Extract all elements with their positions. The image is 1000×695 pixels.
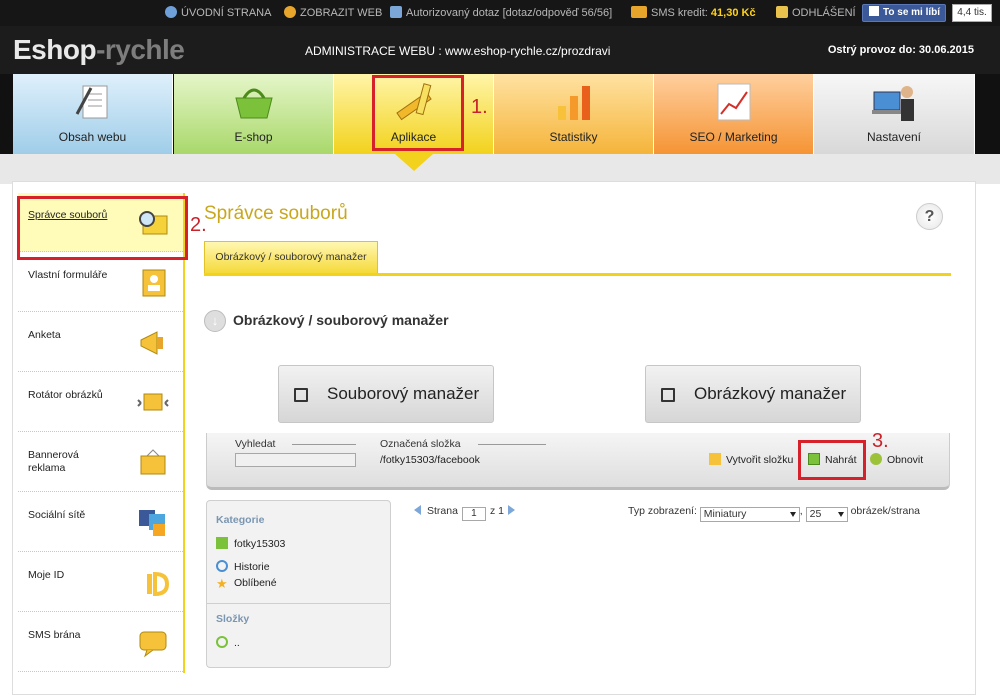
sms-icon [631,6,647,18]
category-history[interactable]: Historie [216,560,270,573]
folder-icon [216,537,228,549]
sidebar-item-vlastni-formulare[interactable]: Vlastní formuláře [18,253,183,312]
tab-eshop[interactable]: E-shop [174,74,334,154]
create-folder-button[interactable]: Vytvořit složku [709,453,793,466]
facebook-icon [869,6,879,16]
line-chart-icon [717,83,750,121]
address-book-icon [142,269,166,297]
clock-icon [216,560,228,572]
folder-label: Označená složka [380,438,461,450]
prev-page-icon[interactable] [414,505,421,515]
star-icon: ★ [216,576,228,591]
folder-label-line [478,444,546,445]
folders-heading: Složky [216,613,250,625]
header: Eshop-rychle ADMINISTRACE WEBU : www.esh… [0,26,1000,74]
query-link[interactable]: Autorizovaný dotaz [dotaz/odpověď 56/56] [390,0,612,26]
annotation-box-1 [372,75,464,151]
social-networks-icon [139,510,165,536]
annotation-box-3 [798,440,866,480]
mojeid-icon [147,571,169,597]
new-folder-icon [709,453,721,465]
sidebar: Správce souborů Vlastní formuláře Anketa… [18,193,185,673]
folder-up[interactable]: .. [216,636,240,649]
search-label: Vyhledat [235,438,276,450]
chat-icon [390,6,402,18]
files-icon [294,388,308,402]
tab-obsah-webu[interactable]: Obsah webu [13,74,173,154]
refresh-icon [870,453,882,465]
admin-title: ADMINISTRACE WEBU : www.eshop-rychle.cz/… [305,44,611,58]
documents-icon [75,85,107,119]
search-label-line [292,444,356,445]
sale-banner-icon [140,449,166,475]
folder-up-icon [216,636,228,648]
annotation-number-2: 2. [190,214,207,236]
sidebar-item-moje-id[interactable]: Moje ID [18,553,183,612]
category-item[interactable]: fotky15303 [216,537,285,550]
file-manager-button[interactable]: Souborový manažer [278,365,494,423]
sidebar-item-socialni-site[interactable]: Sociální sítě [18,493,183,552]
images-icon [661,388,675,402]
sun-icon [284,6,296,18]
megaphone-icon [140,331,163,355]
next-page-icon[interactable] [507,505,515,515]
folder-path: /fotky15303/facebook [380,454,480,466]
tab-statistiky[interactable]: Statistiky [494,74,654,154]
image-rotator-icon [137,393,169,411]
help-icon[interactable]: ? [916,203,943,230]
home-link[interactable]: ÚVODNÍ STRANA [165,0,271,26]
annotation-number-3: 3. [872,430,889,452]
sms-bubble-icon [139,631,167,658]
logout-link[interactable]: ODHLÁŠENÍ [776,0,856,26]
chevron-down-icon [789,512,796,517]
categories-separator [207,603,390,604]
sidebar-item-anketa[interactable]: Anketa [18,313,183,372]
live-until: Ostrý provoz do: 30.06.2015 [827,44,974,56]
show-web-link[interactable]: ZOBRAZIT WEB [284,0,382,26]
globe-icon [165,6,177,18]
basket-icon [234,88,273,119]
sms-credit[interactable]: SMS kredit: 41,30 Kč [631,0,756,26]
top-bar: ÚVODNÍ STRANA ZOBRAZIT WEB Autorizovaný … [0,0,1000,26]
categories-heading: Kategorie [216,514,265,526]
tab-nastaveni[interactable]: Nastavení [814,74,975,154]
sidebar-item-bannerova-reklama[interactable]: Bannerová reklama [18,433,183,492]
view-type-select[interactable]: Miniatury [699,507,800,522]
sidebar-item-rotator-obrazku[interactable]: Rotátor obrázků [18,373,183,432]
refresh-button[interactable]: Obnovit [870,453,923,466]
image-manager-button[interactable]: Obrázkový manažer [645,365,861,423]
tab-underline [204,273,951,276]
tab-seo-marketing[interactable]: SEO / Marketing [654,74,814,154]
tab-manager[interactable]: Obrázkový / souborový manažer [204,241,378,273]
lock-icon [776,6,788,18]
page-title: Správce souborů [204,203,348,224]
category-favorites[interactable]: ★ Oblíbené [216,577,277,590]
annotation-number-1: 1. [471,96,488,118]
chevron-down-icon [837,512,844,517]
like-count: 4,4 tis. [952,4,992,22]
main-nav: Obsah webu E-shop Aplikace Statistiky SE… [0,74,1000,184]
admin-user-icon [872,86,914,121]
per-page-select[interactable]: 25 [805,507,848,522]
pager: Strana 1 z 1 [414,505,515,521]
facebook-like-button[interactable]: To se mi líbí [862,4,946,22]
logo[interactable]: Eshop-rychle [13,34,185,66]
search-input[interactable] [235,453,356,467]
view-options: Typ zobrazení: Miniatury, 25 obrázek/str… [628,505,921,522]
bar-chart-icon [557,86,590,120]
nav-strip [0,154,1000,184]
annotation-box-2 [17,196,188,260]
sidebar-item-sms-brana[interactable]: SMS brána [18,613,183,672]
section-title: Obrázkový / souborový manažer [233,312,449,328]
page-input[interactable]: 1 [461,507,486,521]
arrow-down-icon: ↓ [204,310,226,332]
active-tab-arrow [395,154,433,171]
